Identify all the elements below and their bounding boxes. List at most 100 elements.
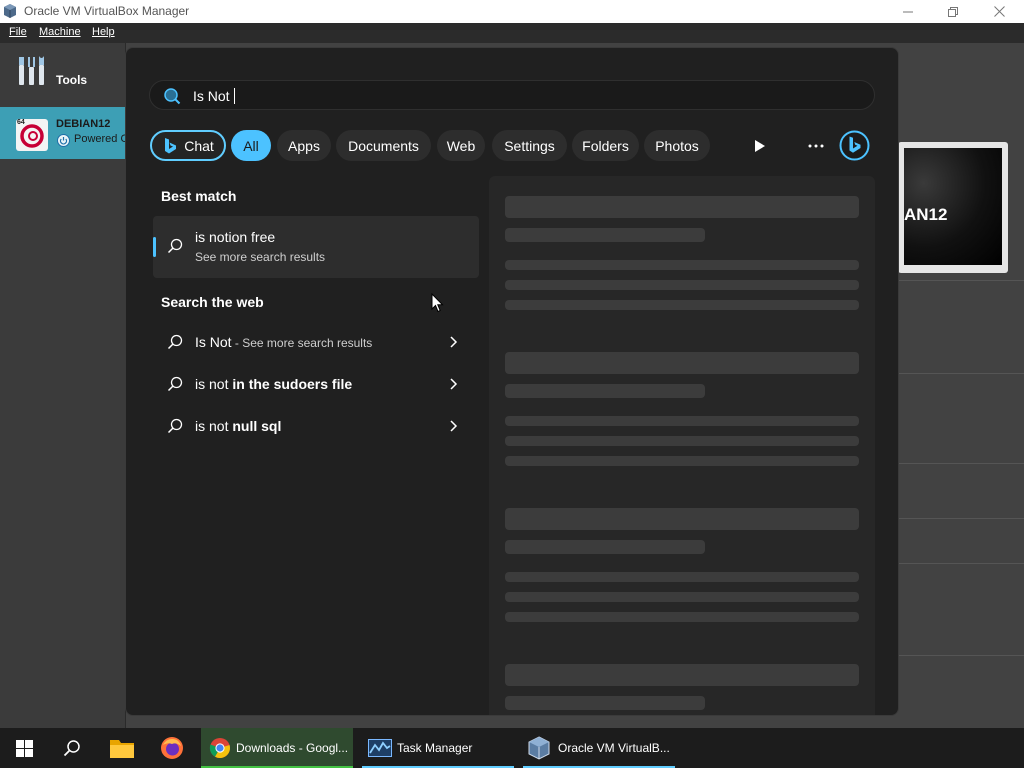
- bing-icon: [839, 130, 870, 161]
- skeleton-bar: [505, 436, 859, 446]
- best-match-title: is notion free: [195, 229, 276, 245]
- vm-name: DEBIAN12: [56, 118, 111, 130]
- skeleton-bar: [505, 352, 859, 374]
- vm-state: Powered Off: [74, 133, 126, 145]
- skeleton-bar: [505, 300, 859, 310]
- chevron-right-icon: [450, 378, 458, 390]
- skeleton-bar: [505, 696, 705, 710]
- filter-documents-label: Documents: [348, 137, 419, 154]
- search-web-heading: Search the web: [161, 294, 264, 310]
- filter-web-label: Web: [446, 137, 476, 154]
- taskbar-app-task-manager[interactable]: Task Manager: [362, 728, 514, 768]
- taskbar-search-button[interactable]: [50, 728, 94, 768]
- filter-photos-label: Photos: [655, 137, 699, 154]
- ellipsis-icon: [808, 144, 824, 148]
- firefox-icon: [161, 737, 183, 759]
- menu-machine[interactable]: Machine: [39, 26, 81, 38]
- start-button[interactable]: [0, 728, 48, 768]
- minimize-button[interactable]: [885, 0, 931, 23]
- skeleton-bar: [505, 260, 859, 270]
- tools-item[interactable]: Tools: [0, 51, 126, 97]
- filter-all[interactable]: All: [231, 130, 271, 161]
- taskbar: Downloads - Googl... Task Manager Oracle…: [0, 728, 1024, 768]
- vm-preview: AN12: [898, 142, 1008, 273]
- filter-chat[interactable]: Chat: [150, 130, 226, 161]
- search-icon: [167, 238, 183, 254]
- web-result-text: is not in the sudoers file: [195, 376, 352, 392]
- web-result-item[interactable]: is not null sql: [153, 406, 479, 446]
- filter-chat-label: Chat: [184, 137, 214, 154]
- skeleton-bar: [505, 612, 859, 622]
- result-preview-pane: [489, 176, 875, 715]
- search-icon: [63, 740, 80, 757]
- filter-apps-label: Apps: [288, 137, 320, 154]
- menu-help[interactable]: Help: [92, 26, 115, 38]
- search-icon: [167, 376, 183, 392]
- web-result-item[interactable]: Is Not - See more search results: [153, 322, 479, 362]
- more-filters-button[interactable]: [750, 136, 770, 156]
- selection-indicator: [153, 237, 156, 257]
- windows-logo-icon: [15, 739, 33, 757]
- chevron-right-icon: [450, 420, 458, 432]
- filter-bar: Chat All Apps Documents Web Settings Fol…: [149, 129, 879, 163]
- power-off-icon: [57, 134, 70, 147]
- mouse-cursor-icon: [431, 293, 444, 313]
- taskbar-app-virtualbox[interactable]: Oracle VM VirtualB...: [523, 728, 675, 768]
- skeleton-bar: [505, 228, 705, 242]
- search-icon: [167, 334, 183, 350]
- tools-icon: [19, 56, 44, 85]
- close-icon: [993, 6, 1005, 17]
- search-query: Is Not: [193, 88, 235, 104]
- restore-button[interactable]: [930, 0, 976, 23]
- divider: [896, 463, 1024, 464]
- text-caret: [233, 88, 235, 104]
- filter-web[interactable]: Web: [437, 130, 485, 161]
- taskbar-app-chrome[interactable]: Downloads - Googl...: [201, 728, 353, 768]
- divider: [896, 563, 1024, 564]
- filter-folders-label: Folders: [582, 137, 629, 154]
- web-result-text: Is Not - See more search results: [195, 334, 372, 350]
- chevron-right-icon: [450, 336, 458, 348]
- vm-preview-text: AN12: [904, 205, 948, 224]
- skeleton-bar: [505, 384, 705, 398]
- search-input[interactable]: Is Not: [149, 80, 875, 110]
- file-explorer-button[interactable]: [100, 728, 144, 768]
- filter-folders[interactable]: Folders: [572, 130, 639, 161]
- web-result-bold: null sql: [232, 418, 282, 434]
- play-icon: [755, 140, 765, 152]
- search-icon: [164, 88, 181, 105]
- divider: [896, 373, 1024, 374]
- filter-documents[interactable]: Documents: [336, 130, 431, 161]
- virtualbox-icon: [528, 736, 550, 760]
- web-result-item[interactable]: is not in the sudoers file: [153, 364, 479, 404]
- search-flyout: Is Not Chat All Apps Documents Web Setti…: [125, 47, 899, 716]
- divider: [896, 655, 1024, 656]
- filter-settings[interactable]: Settings: [492, 130, 567, 161]
- menu-file[interactable]: File: [9, 26, 27, 38]
- skeleton-bar: [505, 456, 859, 466]
- skeleton-bar: [505, 592, 859, 602]
- task-manager-icon: [368, 739, 392, 757]
- filter-apps[interactable]: Apps: [277, 130, 331, 161]
- firefox-button[interactable]: [150, 728, 194, 768]
- bing-button[interactable]: [839, 130, 870, 161]
- tools-label: Tools: [56, 73, 88, 87]
- web-result-bold: in the sudoers file: [232, 376, 353, 392]
- skeleton-bar: [505, 196, 859, 218]
- web-result-text: is not null sql: [195, 418, 281, 434]
- restore-icon: [948, 6, 958, 17]
- close-button[interactable]: [976, 0, 1022, 23]
- vm-item-debian12[interactable]: 64 DEBIAN12 Powered Off: [0, 107, 126, 159]
- taskbar-app-label: Oracle VM VirtualB...: [558, 741, 670, 755]
- menu-bar: File Machine Help: [0, 23, 1024, 43]
- title-bar: Oracle VM VirtualBox Manager: [0, 0, 1024, 23]
- more-options-button[interactable]: [804, 136, 828, 156]
- skeleton-bar: [505, 664, 859, 686]
- skeleton-bar: [505, 416, 859, 426]
- skeleton-bar: [505, 540, 705, 554]
- filter-photos[interactable]: Photos: [644, 130, 710, 161]
- vm-preview-screen: AN12: [904, 148, 1002, 265]
- best-match-item[interactable]: is notion free See more search results: [153, 216, 479, 278]
- best-match-subtitle: See more search results: [195, 250, 326, 264]
- debian-icon: 64: [16, 119, 48, 151]
